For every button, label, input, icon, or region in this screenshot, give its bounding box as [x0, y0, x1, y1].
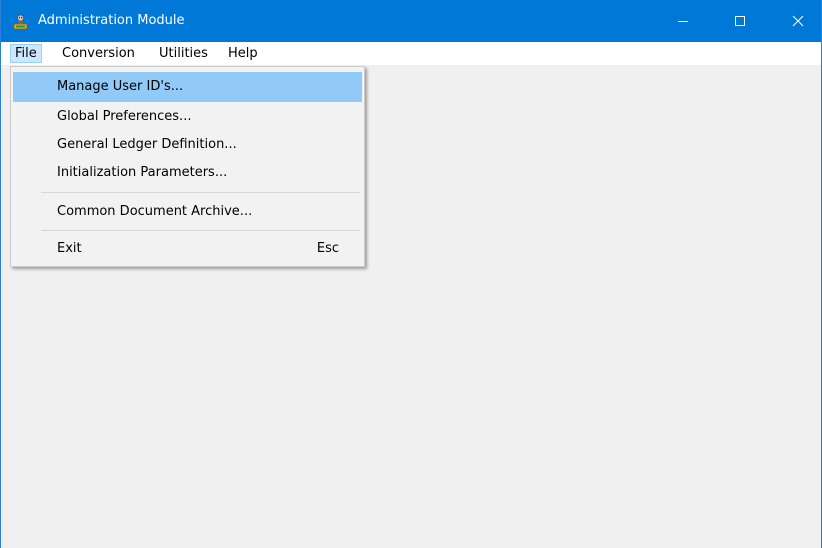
- menu-item-manage-user-ids[interactable]: Manage User ID's...: [13, 72, 362, 102]
- close-icon: [792, 15, 804, 27]
- menu-item-label: Exit: [57, 241, 82, 256]
- close-button[interactable]: [775, 0, 821, 42]
- menu-item-label: Common Document Archive...: [57, 204, 253, 219]
- maximize-button[interactable]: [717, 0, 763, 42]
- menu-item-label: Initialization Parameters...: [57, 165, 228, 180]
- title-bar[interactable]: Administration Module: [1, 0, 821, 42]
- menu-item-general-ledger-definition[interactable]: General Ledger Definition...: [13, 130, 362, 160]
- menu-separator: [41, 192, 360, 193]
- menu-item-label: General Ledger Definition...: [57, 137, 237, 152]
- window-title: Administration Module: [38, 13, 185, 28]
- minimize-button[interactable]: [660, 0, 706, 42]
- menu-help[interactable]: Help: [223, 44, 263, 63]
- menu-item-shortcut: Esc: [316, 241, 339, 256]
- maximize-icon: [735, 16, 745, 26]
- menu-item-common-document-archive[interactable]: Common Document Archive...: [13, 197, 362, 227]
- menu-item-label: Global Preferences...: [57, 109, 192, 124]
- menu-item-initialization-parameters[interactable]: Initialization Parameters...: [13, 158, 362, 188]
- menu-item-exit[interactable]: Exit Esc: [13, 234, 362, 264]
- menu-item-label: Manage User ID's...: [57, 79, 184, 94]
- application-window: Administration Module File Conversion Ut…: [0, 0, 822, 548]
- menu-conversion[interactable]: Conversion: [57, 44, 140, 63]
- menu-item-global-preferences[interactable]: Global Preferences...: [13, 102, 362, 132]
- menu-bar: File Conversion Utilities Help: [1, 42, 821, 65]
- minimize-icon: [678, 21, 688, 22]
- menu-separator: [41, 230, 360, 231]
- menu-file[interactable]: File: [10, 44, 42, 63]
- menu-utilities[interactable]: Utilities: [154, 44, 213, 63]
- file-menu-dropdown: Manage User ID's... Global Preferences..…: [10, 66, 365, 267]
- sage-app-icon[interactable]: [12, 13, 29, 30]
